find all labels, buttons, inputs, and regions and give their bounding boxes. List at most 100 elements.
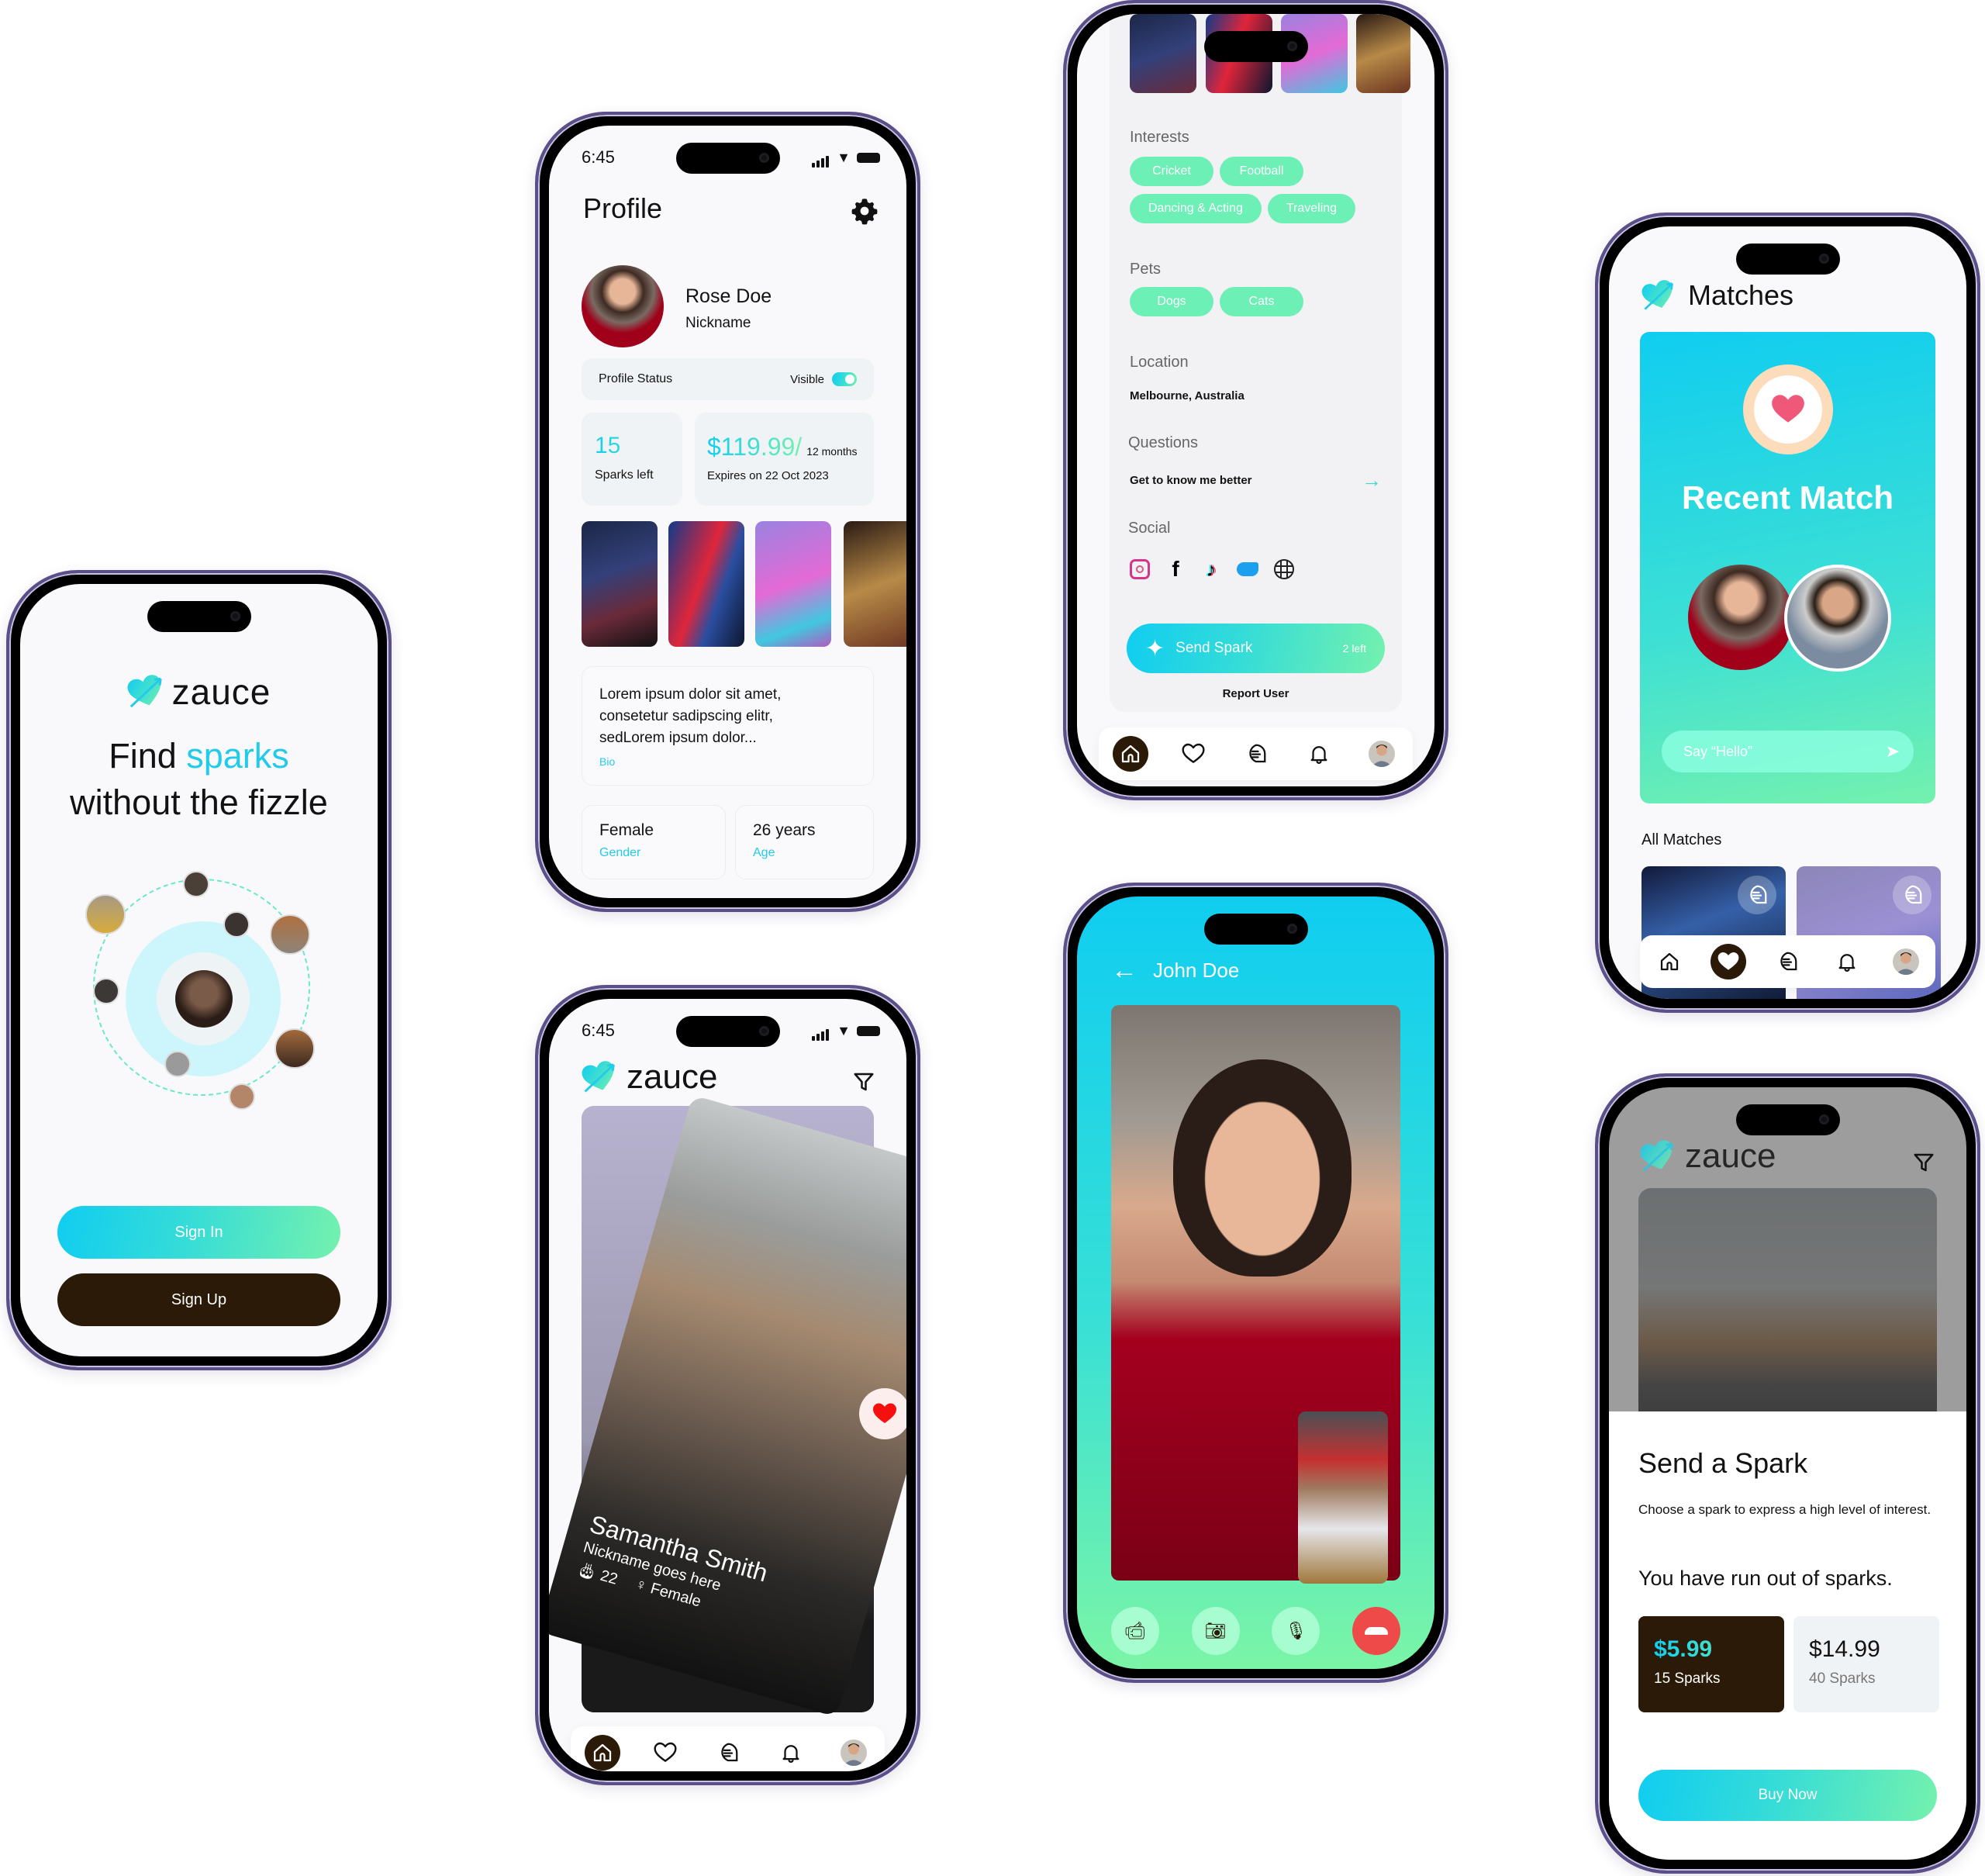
orbit-avatar[interactable] xyxy=(183,871,209,897)
spark-sheet: Send a Spark Choose a spark to express a… xyxy=(1609,1411,1966,1860)
gear-icon[interactable] xyxy=(851,197,879,225)
nav-chat[interactable] xyxy=(1769,944,1805,979)
report-user-link[interactable]: Report User xyxy=(1077,687,1434,700)
match-avatar-partner[interactable] xyxy=(1784,565,1891,672)
gallery-photo[interactable] xyxy=(582,521,658,647)
gallery-photo[interactable] xyxy=(844,521,906,647)
pet-chip[interactable]: Dogs xyxy=(1130,287,1213,316)
nav-home[interactable] xyxy=(1112,736,1148,772)
orbit-avatar[interactable] xyxy=(274,1028,315,1069)
sparkle-icon: ✦ xyxy=(1145,635,1165,662)
interest-chip[interactable]: Dancing & Acting xyxy=(1130,194,1262,223)
question-link[interactable]: Get to know me better → xyxy=(1130,468,1382,492)
instagram-icon[interactable] xyxy=(1130,559,1150,579)
gallery-photo[interactable] xyxy=(755,521,831,647)
interest-chip[interactable]: Football xyxy=(1220,157,1303,186)
back-arrow-icon[interactable]: ← xyxy=(1111,957,1137,983)
nav-home[interactable] xyxy=(1652,944,1687,979)
chat-icon[interactable] xyxy=(1893,876,1931,914)
message-input[interactable]: Say “Hello” ➤ xyxy=(1662,731,1914,772)
brand-name: zauce xyxy=(171,672,271,712)
phone-matches: Matches Recent Match Say “Hello” ➤ All M… xyxy=(1595,212,1980,1013)
nav-chat[interactable] xyxy=(710,1735,746,1771)
nav-matches[interactable] xyxy=(1175,736,1211,772)
pet-chip[interactable]: Cats xyxy=(1220,287,1303,316)
nav-matches[interactable] xyxy=(647,1735,683,1771)
brand-logo: zauce xyxy=(20,671,378,713)
nav-matches[interactable] xyxy=(1711,944,1747,979)
orbit-avatar[interactable] xyxy=(85,894,126,935)
like-button[interactable] xyxy=(859,1388,906,1439)
orbit-avatar[interactable] xyxy=(229,1083,255,1110)
avatar xyxy=(841,1740,867,1766)
bell-icon xyxy=(1307,742,1331,765)
gallery-photo[interactable] xyxy=(1130,14,1196,93)
video-off-button[interactable]: 📹︎ xyxy=(1111,1607,1159,1655)
phone-swipe: 6:45 ▼ zauce Samantha Smith Nickname goe… xyxy=(535,985,920,1785)
onlyfans-icon[interactable] xyxy=(1237,562,1258,576)
out-of-sparks-message: You have run out of sparks. xyxy=(1638,1567,1893,1590)
nav-home[interactable] xyxy=(584,1735,620,1771)
globe-icon[interactable] xyxy=(1274,559,1294,579)
brand-logo: zauce xyxy=(582,1058,717,1097)
mute-button[interactable]: 🎙︎ xyxy=(1272,1607,1320,1655)
nav-chat[interactable] xyxy=(1238,736,1274,772)
matches-screen: Matches Recent Match Say “Hello” ➤ All M… xyxy=(1609,226,1966,999)
end-call-button[interactable] xyxy=(1352,1607,1400,1655)
switch-camera-button[interactable]: 📷︎ xyxy=(1191,1607,1240,1655)
nav-notifications[interactable] xyxy=(1301,736,1337,772)
filter-icon[interactable] xyxy=(852,1070,875,1093)
center-avatar xyxy=(175,970,233,1028)
package-option-selected[interactable]: $5.99 15 Sparks xyxy=(1638,1616,1784,1712)
chat-icon[interactable] xyxy=(1738,876,1776,914)
orbit-avatar[interactable] xyxy=(223,911,250,938)
orbit-avatar[interactable] xyxy=(93,978,119,1004)
nav-notifications[interactable] xyxy=(773,1735,809,1771)
gender-label: Gender xyxy=(599,846,641,859)
nav-notifications[interactable] xyxy=(1829,944,1865,979)
battery-icon xyxy=(857,1025,880,1036)
filter-icon[interactable] xyxy=(1912,1151,1935,1174)
dynamic-island xyxy=(675,143,780,174)
self-video[interactable] xyxy=(1298,1411,1388,1584)
background-card-photo xyxy=(1638,1188,1937,1436)
sign-in-button[interactable]: Sign In xyxy=(57,1206,340,1259)
visibility-toggle[interactable] xyxy=(832,372,857,386)
sparks-remaining: 2 left xyxy=(1342,642,1366,655)
sheet-title: Send a Spark xyxy=(1638,1447,1808,1479)
age-card: 26 years Age xyxy=(735,805,874,879)
page-title: Matches xyxy=(1688,279,1794,311)
profile-name: Rose Doe xyxy=(685,285,772,307)
page-title: Profile xyxy=(583,192,663,224)
avatar xyxy=(1893,948,1919,975)
interest-chip[interactable]: Cricket xyxy=(1130,157,1213,186)
interest-chip[interactable]: Traveling xyxy=(1267,194,1356,223)
buy-now-button[interactable]: Buy Now xyxy=(1638,1770,1937,1821)
send-icon[interactable]: ➤ xyxy=(1886,741,1900,762)
profile-screen: 6:45 ▼ Profile Rose Doe Nickname Profile… xyxy=(549,126,906,898)
orbit-avatar[interactable] xyxy=(270,914,310,955)
facebook-icon[interactable]: f xyxy=(1165,557,1186,582)
sign-up-button[interactable]: Sign Up xyxy=(57,1273,340,1326)
dynamic-island xyxy=(675,1016,780,1047)
gallery-photo[interactable] xyxy=(668,521,744,647)
heart-arrow-logo-icon xyxy=(127,675,164,709)
phone-video-call: ← John Doe 📹︎ 📷︎ 🎙︎ xyxy=(1063,883,1448,1683)
bell-icon xyxy=(1835,950,1859,973)
chat-icon xyxy=(1245,742,1268,765)
send-spark-button[interactable]: ✦ Send Spark 2 left xyxy=(1127,624,1385,673)
dynamic-island xyxy=(1735,244,1840,275)
tiktok-icon[interactable]: ♪ xyxy=(1201,558,1221,582)
subscription-card: $119.99/ 12 months Expires on 22 Oct 202… xyxy=(695,413,874,506)
heart-arrow-logo-icon xyxy=(582,1061,617,1093)
cake-icon: 🎂︎ xyxy=(575,1560,599,1583)
brand-name: zauce xyxy=(627,1058,718,1096)
package-option[interactable]: $14.99 40 Sparks xyxy=(1793,1616,1939,1712)
profile-status-label: Profile Status xyxy=(599,372,673,385)
nav-profile[interactable] xyxy=(1364,736,1400,772)
match-avatar-user[interactable] xyxy=(1688,565,1793,670)
nav-profile[interactable] xyxy=(836,1735,872,1771)
nav-profile[interactable] xyxy=(1888,944,1924,979)
gallery-photo[interactable] xyxy=(1356,14,1410,93)
orbit-avatar[interactable] xyxy=(164,1051,191,1077)
